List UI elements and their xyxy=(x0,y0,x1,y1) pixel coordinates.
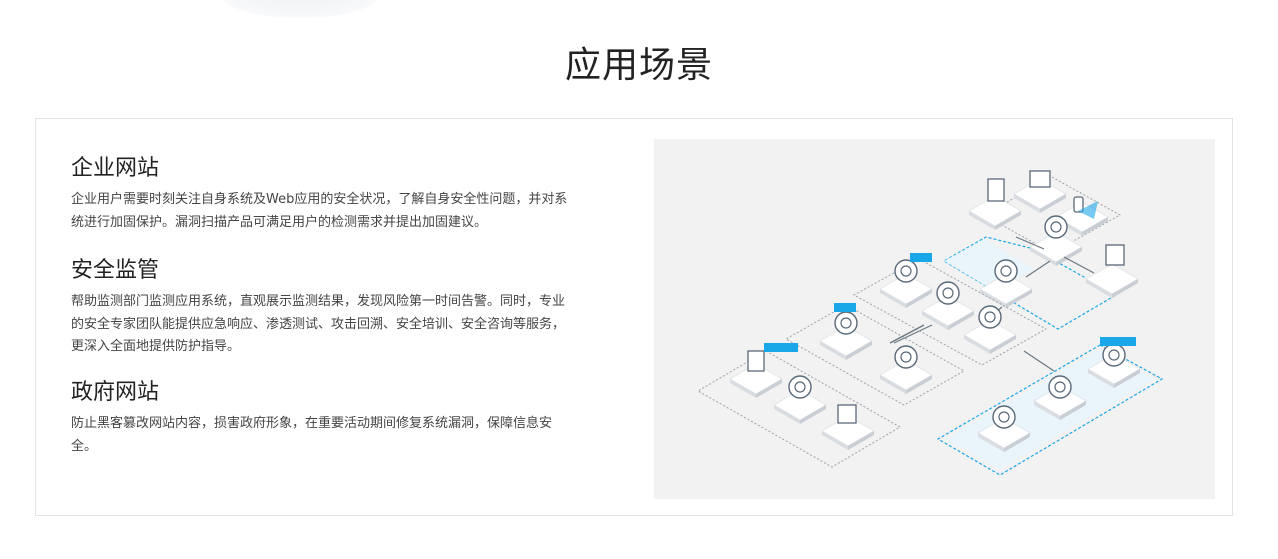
group-security-services xyxy=(697,343,901,468)
share-icon xyxy=(994,259,1018,283)
scene-security-supervision: 安全监管 帮助监测部门监测应用系统，直观展示监测结果，发现风险第一时间告警。同时… xyxy=(71,257,576,359)
globe-icon xyxy=(992,405,1016,429)
server-icon xyxy=(837,404,857,424)
user-shield-icon xyxy=(788,375,812,399)
group-websites xyxy=(936,337,1164,476)
decorative-blob xyxy=(220,0,380,18)
section-title: 应用场景 xyxy=(564,45,713,86)
storage-icon xyxy=(894,345,918,369)
scene-title: 安全监管 xyxy=(71,258,160,283)
scene-description: 帮助监测部门监测应用系统，直观展示监测结果，发现风险第一时间告警。同时，专业的安… xyxy=(71,294,566,354)
database-icon xyxy=(834,311,858,335)
scene-title: 企业网站 xyxy=(71,156,160,181)
scene-description: 防止黑客篡改网站内容，损害政府形象，在重要活动期间修复系统漏洞，保障信息安全。 xyxy=(71,416,553,454)
cloud-icon xyxy=(936,281,960,305)
document-icon xyxy=(987,178,1005,202)
firewall-icon xyxy=(747,350,765,372)
scene-description: 企业用户需要时刻关注自身系统及Web应用的安全状况，了解自身安全性问题，并对系统… xyxy=(71,192,568,230)
diagram-illustration xyxy=(697,170,1164,476)
scene-title: 政府网站 xyxy=(71,380,160,405)
isometric-network-diagram xyxy=(654,139,1215,499)
globe-icon xyxy=(1048,375,1072,399)
scene-enterprise-website: 企业网站 企业用户需要时刻关注自身系统及Web应用的安全状况，了解自身安全性问题… xyxy=(71,155,576,234)
settings-icon xyxy=(1105,244,1125,266)
cloud-icon xyxy=(894,259,918,283)
monitor-icon xyxy=(1029,170,1051,188)
scene-government-website: 政府网站 防止黑客篡改网站内容，损害政府形象，在重要活动期间修复系统漏洞，保障信… xyxy=(71,379,576,458)
cloud-icon xyxy=(978,305,1002,329)
scanner-icon xyxy=(1044,215,1068,239)
application-scenarios-card: 企业网站 企业用户需要时刻关注自身系统及Web应用的安全状况，了解自身安全性问题… xyxy=(35,118,1233,516)
cloud-icon xyxy=(1102,343,1126,367)
